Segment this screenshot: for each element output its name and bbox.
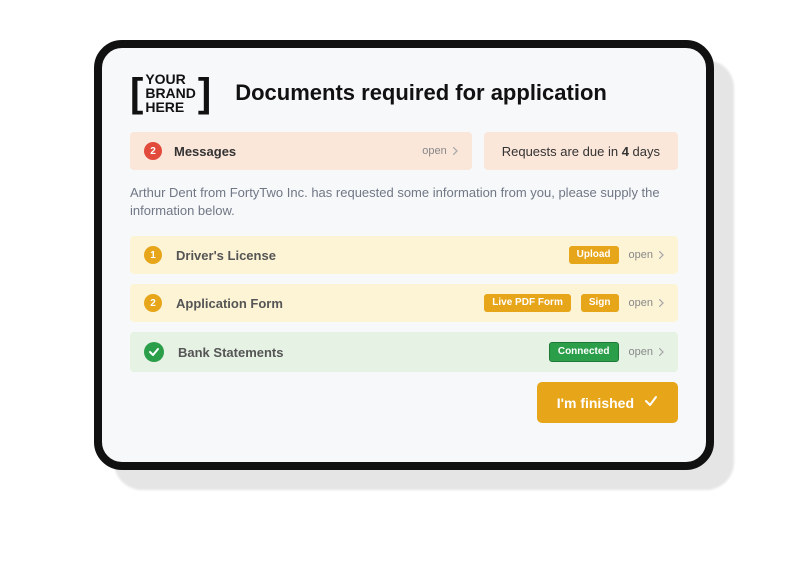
messages-open-text: open — [422, 145, 446, 157]
row-open[interactable]: open — [629, 249, 664, 261]
request-row-drivers-license[interactable]: 1 Driver's License Upload open — [130, 236, 678, 274]
messages-bar[interactable]: 2 Messages open — [130, 132, 472, 170]
finish-button-label: I'm finished — [557, 395, 634, 411]
tag-connected: Connected — [549, 342, 619, 362]
messages-open[interactable]: open — [422, 145, 457, 157]
request-row-application-form[interactable]: 2 Application Form Live PDF Form Sign op… — [130, 284, 678, 322]
finish-button[interactable]: I'm finished — [537, 382, 678, 423]
messages-label: Messages — [174, 144, 236, 159]
row-open-text: open — [629, 249, 653, 261]
chevron-right-icon — [659, 251, 664, 259]
intro-text: Arthur Dent from FortyTwo Inc. has reque… — [130, 184, 678, 220]
row-open-text: open — [629, 297, 653, 309]
device-frame: [ YOUR BRAND HERE ] Documents required f… — [94, 40, 714, 470]
bracket-left: [ — [130, 77, 143, 109]
request-row-bank-statements[interactable]: Bank Statements Connected open — [130, 332, 678, 372]
header: [ YOUR BRAND HERE ] Documents required f… — [130, 72, 678, 114]
row-badge: 2 — [144, 294, 162, 312]
tag-live-pdf-form[interactable]: Live PDF Form — [484, 294, 571, 312]
row-title: Driver's License — [176, 248, 276, 263]
check-icon — [144, 342, 164, 362]
brand-line2: BRAND — [145, 86, 196, 100]
brand-line3: HERE — [145, 100, 196, 114]
due-box: Requests are due in 4 days — [484, 132, 678, 170]
messages-count-badge: 2 — [144, 142, 162, 160]
row-title: Application Form — [176, 296, 283, 311]
row-open-text: open — [629, 346, 653, 358]
brand-line1: YOUR — [145, 72, 196, 86]
check-icon — [644, 394, 658, 411]
due-days: 4 — [622, 144, 629, 159]
chevron-right-icon — [659, 348, 664, 356]
chevron-right-icon — [453, 147, 458, 155]
row-title: Bank Statements — [178, 345, 283, 360]
bracket-right: ] — [198, 77, 211, 109]
footer: I'm finished — [130, 382, 678, 423]
chevron-right-icon — [659, 299, 664, 307]
alerts-row: 2 Messages open Requests are due in 4 da… — [130, 132, 678, 170]
row-open[interactable]: open — [629, 297, 664, 309]
tag-sign[interactable]: Sign — [581, 294, 619, 312]
brand-logo: [ YOUR BRAND HERE ] — [130, 72, 211, 114]
row-open[interactable]: open — [629, 346, 664, 358]
due-suffix: days — [629, 144, 660, 159]
row-badge: 1 — [144, 246, 162, 264]
page-title: Documents required for application — [235, 80, 607, 106]
due-prefix: Requests are due in — [502, 144, 622, 159]
tag-upload[interactable]: Upload — [569, 246, 619, 264]
